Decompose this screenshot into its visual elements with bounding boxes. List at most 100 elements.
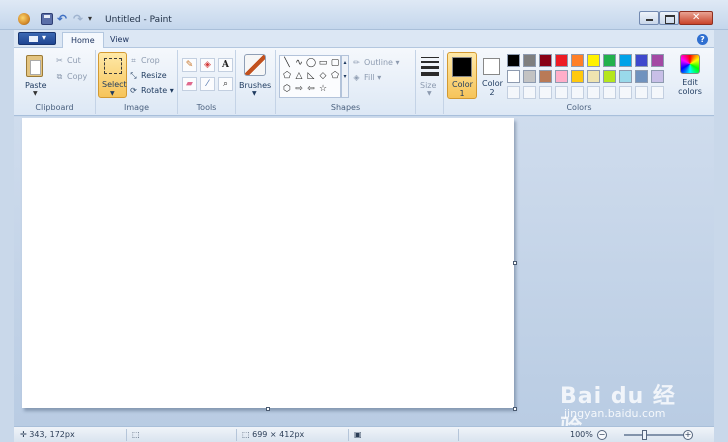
pencil-icon[interactable]: ✎ <box>182 58 197 72</box>
palette-swatch[interactable] <box>507 54 520 67</box>
fill-button[interactable]: ◈ Fill ▾ <box>352 73 381 82</box>
palette-swatch[interactable] <box>635 54 648 67</box>
custom-color-slot[interactable] <box>651 86 664 99</box>
paint-menu-button[interactable] <box>18 32 56 45</box>
custom-color-slot[interactable] <box>539 86 552 99</box>
cut-button[interactable]: ✂ Cut <box>55 56 81 65</box>
size-group[interactable]: Size ▼ <box>416 50 444 114</box>
select-marquee-icon <box>104 58 122 74</box>
palette-swatch[interactable] <box>555 54 568 67</box>
custom-color-slot[interactable] <box>555 86 568 99</box>
palette-swatch[interactable] <box>603 54 616 67</box>
select-button[interactable]: Select ▼ <box>98 52 127 98</box>
color1-swatch <box>452 57 472 77</box>
star-shape-icon[interactable]: ☆ <box>318 84 328 94</box>
rotate-label: Rotate <box>141 86 168 95</box>
resize-button[interactable]: ⤡ Resize <box>129 71 166 81</box>
canvas-resize-handle-bottom[interactable] <box>266 407 270 411</box>
color-picker-icon[interactable]: ⁄ <box>200 77 215 91</box>
color2-button[interactable]: Color 2 <box>478 52 506 99</box>
zoom-out-icon[interactable]: − <box>597 430 607 440</box>
copy-button[interactable]: ⧉ Copy <box>55 72 88 82</box>
crop-icon: ⌗ <box>131 56 136 65</box>
crop-button[interactable]: ⌗ Crop <box>129 56 159 66</box>
minimize-button[interactable] <box>639 11 659 25</box>
undo-icon[interactable]: ↶ <box>57 13 69 25</box>
diamond-shape-icon[interactable]: ◇ <box>318 71 328 81</box>
fill-bucket-icon[interactable]: ◈ <box>200 58 215 72</box>
line-shape-icon[interactable]: ╲ <box>282 58 292 68</box>
resize-icon: ⤡ <box>130 71 137 80</box>
scissors-icon: ✂ <box>56 56 63 65</box>
pentagon-shape-icon[interactable]: ⬠ <box>330 71 340 81</box>
canvas-resize-handle-right[interactable] <box>513 261 517 265</box>
edit-colors-button[interactable]: Edit colors <box>672 54 708 100</box>
rectangle-shape-icon[interactable]: ▭ <box>318 58 328 68</box>
palette-swatch[interactable] <box>635 70 648 83</box>
copy-icon: ⧉ <box>56 72 63 81</box>
canvas-resize-handle-corner[interactable] <box>513 407 517 411</box>
rounded-rectangle-shape-icon[interactable]: ▢ <box>330 58 340 68</box>
brushes-group[interactable]: Brushes ▼ <box>236 50 276 114</box>
help-icon[interactable]: ? <box>697 34 708 45</box>
palette-swatch[interactable] <box>587 54 600 67</box>
custom-color-slot[interactable] <box>523 86 536 99</box>
paint-app-icon[interactable] <box>18 13 30 25</box>
hexagon-shape-icon[interactable]: ⬡ <box>282 84 292 94</box>
palette-swatch[interactable] <box>651 70 664 83</box>
magnifier-icon[interactable]: ⌕ <box>218 77 233 91</box>
triangle-shape-icon[interactable]: △ <box>294 71 304 81</box>
palette-swatch[interactable] <box>571 70 584 83</box>
right-triangle-shape-icon[interactable]: ◺ <box>306 71 316 81</box>
zoom-slider-thumb[interactable] <box>642 430 647 440</box>
shapes-gallery: ╲ ∿ ◯ ▭ ▢ ⬠ △ ◺ ◇ ⬠ ⬡ ⇨ ⇦ ☆ <box>279 55 341 98</box>
palette-swatch[interactable] <box>555 70 568 83</box>
zoom-slider[interactable] <box>624 434 684 436</box>
palette-swatch[interactable] <box>619 70 632 83</box>
save-icon[interactable] <box>41 13 53 25</box>
palette-swatch[interactable] <box>507 70 520 83</box>
color-wheel-icon <box>680 54 700 74</box>
polygon-shape-icon[interactable]: ⬠ <box>282 71 292 81</box>
palette-swatch[interactable] <box>523 70 536 83</box>
drawing-canvas[interactable] <box>22 118 514 408</box>
ribbon: Paste ▼ ✂ Cut ⧉ Copy Clipboard Select ▼ ⌗ C… <box>14 48 714 116</box>
custom-color-slot[interactable] <box>619 86 632 99</box>
custom-color-slot[interactable] <box>603 86 616 99</box>
colors-group: Color 1 Color 2 Edit colors Colors <box>444 50 714 114</box>
redo-icon[interactable]: ↷ <box>73 13 85 25</box>
palette-swatch[interactable] <box>571 54 584 67</box>
paste-dropdown-icon[interactable]: ▼ <box>33 90 38 97</box>
selection-size-icon: ⬚ <box>132 430 140 439</box>
palette-swatch[interactable] <box>539 54 552 67</box>
oval-shape-icon[interactable]: ◯ <box>306 58 316 68</box>
rotate-button[interactable]: ⟳ Rotate ▾ <box>129 86 174 95</box>
color1-button[interactable]: Color 1 <box>447 52 477 99</box>
shapes-gallery-scroll[interactable]: ▴ ▾ <box>341 55 349 98</box>
quick-access-dropdown-icon[interactable]: ▾ <box>88 13 100 25</box>
palette-swatch[interactable] <box>619 54 632 67</box>
custom-color-slot[interactable] <box>571 86 584 99</box>
custom-color-slot[interactable] <box>587 86 600 99</box>
tab-home[interactable]: Home <box>62 32 104 49</box>
maximize-button[interactable] <box>659 11 679 25</box>
text-tool-icon[interactable]: A <box>218 58 233 72</box>
close-button[interactable] <box>679 11 713 25</box>
baidu-watermark: Bai du 经验 jingyan.baidu.com <box>560 378 690 441</box>
eraser-icon[interactable]: ▰ <box>182 77 197 91</box>
palette-swatch[interactable] <box>539 70 552 83</box>
palette-swatch[interactable] <box>603 70 616 83</box>
palette-swatch[interactable] <box>651 54 664 67</box>
curve-shape-icon[interactable]: ∿ <box>294 58 304 68</box>
tab-view[interactable]: View <box>102 32 137 49</box>
palette-swatch[interactable] <box>523 54 536 67</box>
custom-color-slot[interactable] <box>635 86 648 99</box>
right-arrow-shape-icon[interactable]: ⇨ <box>294 84 304 94</box>
ribbon-tab-row: Home View ? <box>14 30 714 49</box>
palette-swatch[interactable] <box>587 70 600 83</box>
left-arrow-shape-icon[interactable]: ⇦ <box>306 84 316 94</box>
zoom-in-icon[interactable]: + <box>683 430 693 440</box>
outline-button[interactable]: ✏ Outline ▾ <box>352 58 399 67</box>
select-label: Select <box>102 80 127 89</box>
custom-color-slot[interactable] <box>507 86 520 99</box>
